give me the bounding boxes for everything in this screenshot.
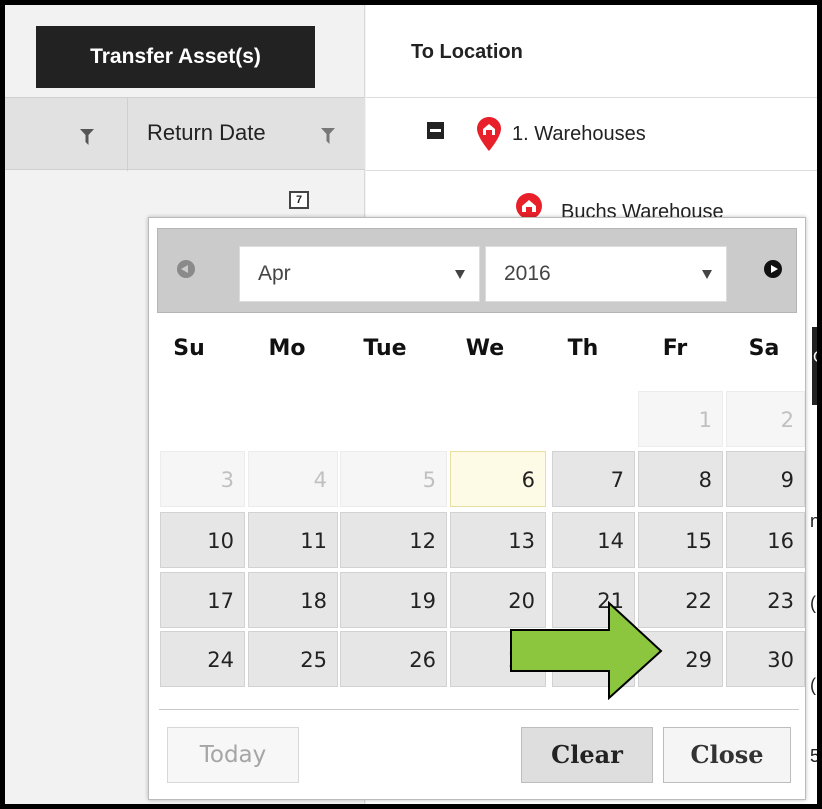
calendar-icon[interactable]: 7 (289, 191, 309, 209)
weekday-label: We (465, 336, 505, 361)
day-cell: 4 (248, 451, 338, 507)
day-cell: 5 (340, 451, 447, 507)
to-location-header: To Location (411, 41, 523, 63)
clipped-text: (6 (810, 593, 817, 613)
month-value: Apr (258, 262, 291, 285)
chevron-down-icon (702, 270, 712, 279)
weekday-label: Mo (268, 336, 306, 361)
divider (159, 709, 799, 710)
day-cell: 3 (160, 451, 245, 507)
grid-header-row: Return Date (5, 97, 365, 171)
weekday-label: Fr (662, 336, 688, 361)
day-cell: 1 (638, 391, 723, 447)
day-cell[interactable]: 9 (726, 451, 805, 507)
day-cell: 2 (726, 391, 805, 447)
transfer-assets-button[interactable]: Transfer Asset(s) (36, 26, 315, 88)
day-cell[interactable]: 8 (638, 451, 723, 507)
next-month-icon[interactable] (764, 260, 782, 278)
year-select[interactable]: 2016 (485, 246, 727, 302)
day-cell[interactable]: 14 (552, 512, 635, 568)
tree-node-label[interactable]: 1. Warehouses (512, 123, 646, 146)
chevron-down-icon (455, 270, 465, 279)
prev-month-icon[interactable] (177, 260, 195, 278)
month-select[interactable]: Apr (239, 246, 480, 302)
year-value: 2016 (504, 262, 551, 285)
day-cell[interactable]: 15 (638, 512, 723, 568)
day-cell[interactable]: 7 (552, 451, 635, 507)
location-pin-icon (477, 117, 501, 151)
annotation-arrow-icon (510, 601, 663, 700)
clipped-text: 54 (810, 746, 817, 766)
weekday-label: Sa (748, 336, 780, 361)
day-cell[interactable]: 16 (726, 512, 805, 568)
clipped-text: ( (810, 675, 816, 695)
column-divider (127, 98, 128, 171)
day-cell[interactable]: 25 (248, 631, 338, 687)
return-date-column-header[interactable]: Return Date (147, 120, 266, 146)
clear-button[interactable]: Clear (521, 727, 653, 783)
day-cell-today[interactable]: 6 (450, 451, 546, 507)
collapse-icon[interactable] (427, 122, 444, 139)
filter-icon[interactable] (321, 128, 335, 144)
warehouse-icon (516, 193, 542, 219)
day-cell[interactable]: 18 (248, 572, 338, 628)
clipped-text: C (813, 349, 817, 367)
day-cell[interactable]: 10 (160, 512, 245, 568)
day-cell[interactable]: 11 (248, 512, 338, 568)
weekday-label: Su (173, 336, 205, 361)
filter-icon[interactable] (80, 129, 94, 145)
day-cell[interactable]: 17 (160, 572, 245, 628)
day-cell[interactable]: 30 (726, 631, 805, 687)
day-cell[interactable]: 26 (340, 631, 447, 687)
today-button[interactable]: Today (167, 727, 299, 783)
divider (366, 97, 817, 98)
day-cell[interactable]: 24 (160, 631, 245, 687)
day-cell[interactable]: 13 (450, 512, 546, 568)
divider (366, 170, 817, 171)
datepicker-header: Apr 2016 (157, 228, 797, 313)
weekday-label: Tue (363, 336, 407, 361)
weekday-label: Th (567, 336, 599, 361)
day-cell[interactable]: 23 (726, 572, 805, 628)
app-frame: Transfer Asset(s) Return Date 7 To Locat… (5, 5, 817, 804)
close-button[interactable]: Close (663, 727, 791, 783)
clipped-text: n (810, 511, 817, 531)
day-cell[interactable]: 12 (340, 512, 447, 568)
day-cell[interactable]: 19 (340, 572, 447, 628)
weekday-header-row: Su Mo Tue We Th Fr Sa (159, 336, 799, 376)
datepicker-popup: Apr 2016 Su Mo Tue We Th Fr Sa 1 2 3 4 5 6 7 8 9 10 11 12… (148, 217, 806, 800)
